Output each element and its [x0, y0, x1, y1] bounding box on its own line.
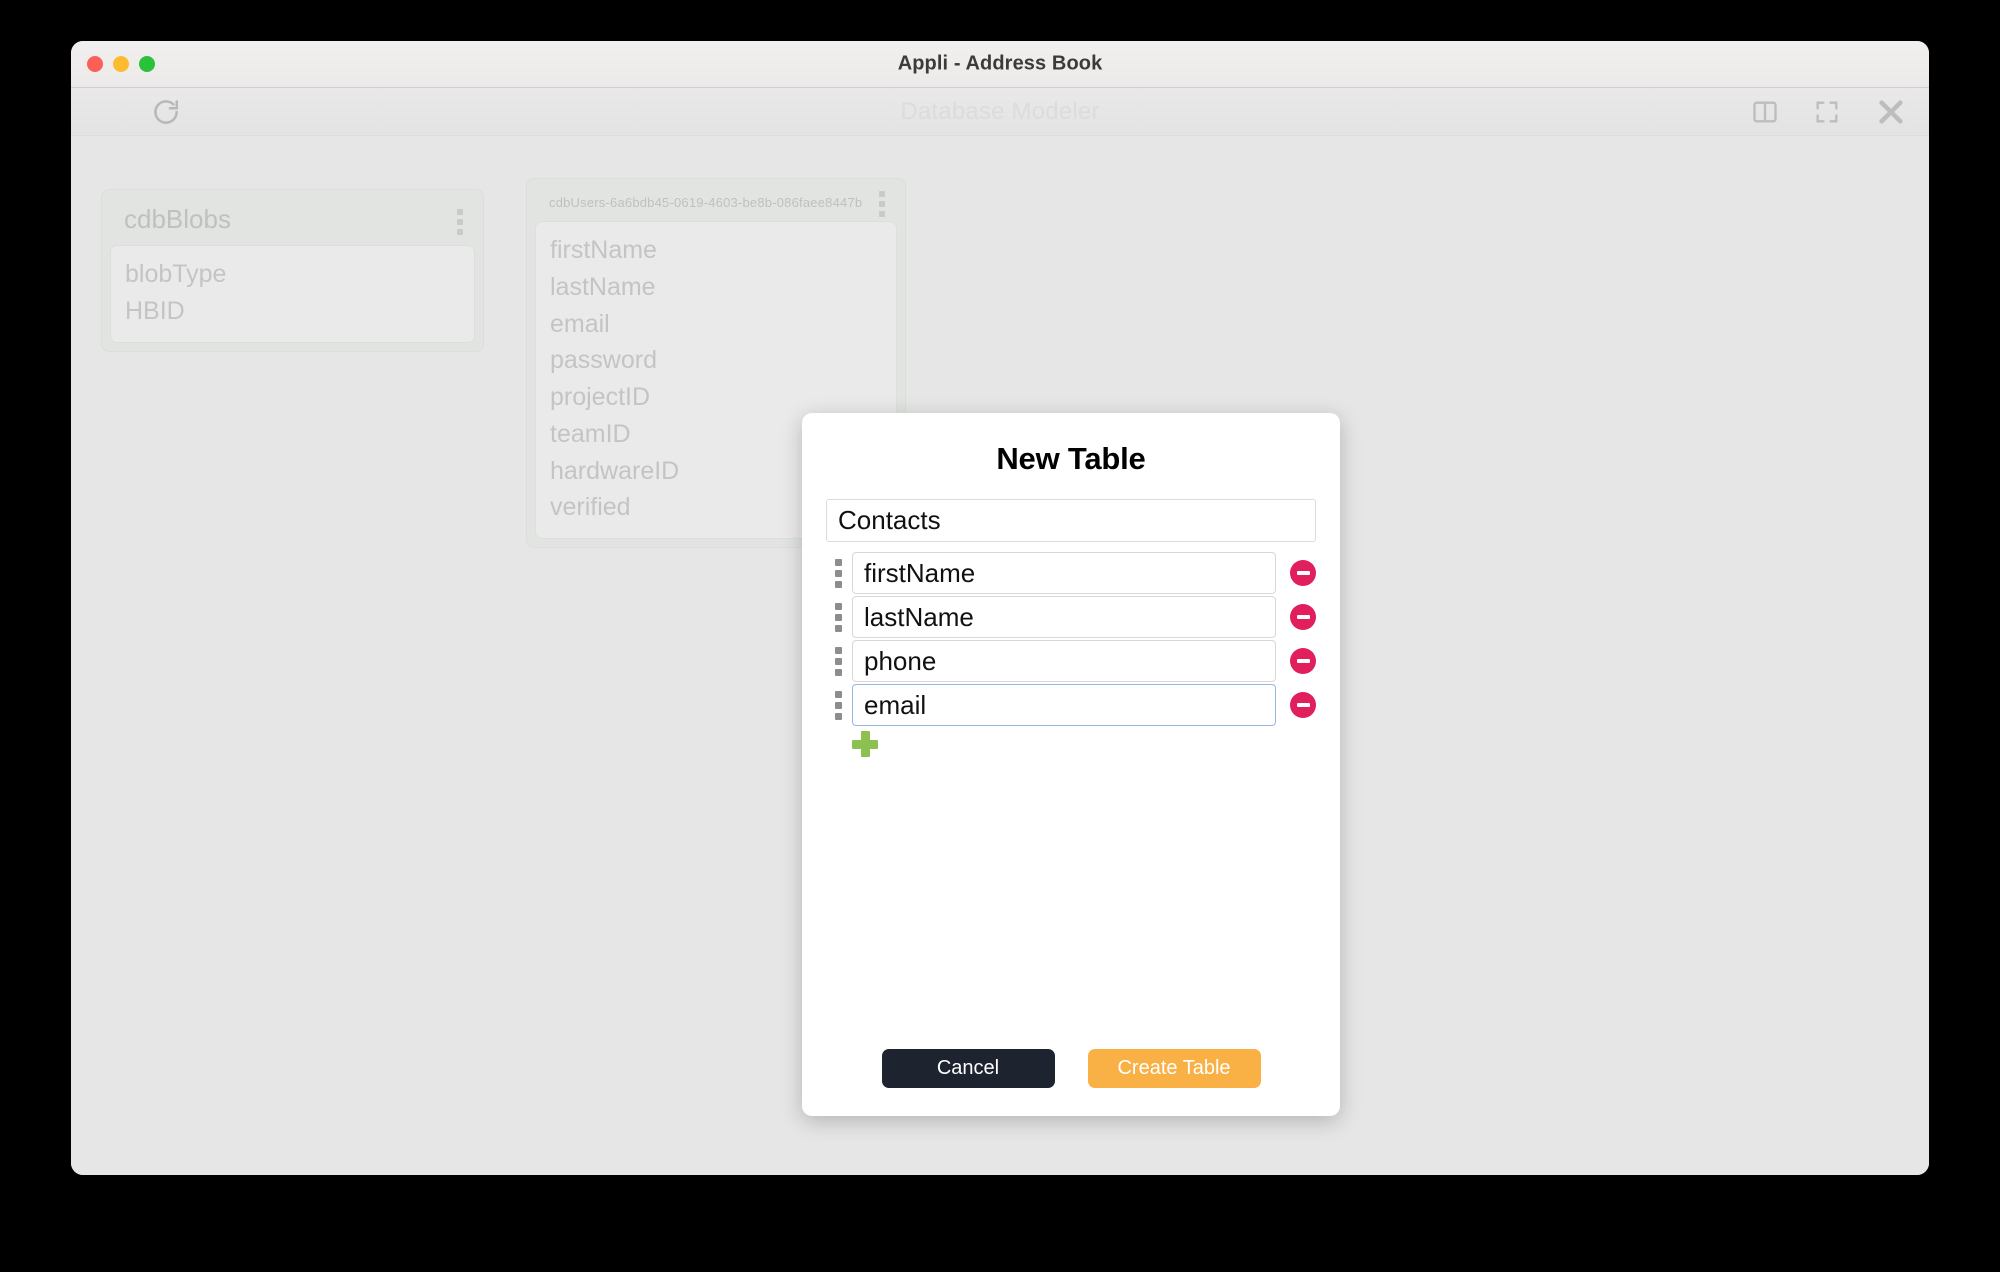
field-name-input[interactable] [852, 640, 1276, 682]
minus-circle-icon[interactable] [1290, 604, 1316, 630]
field-name-input[interactable] [852, 552, 1276, 594]
table-field: blobType [125, 260, 227, 288]
app-toolbar: Database Modeler [71, 88, 1929, 136]
table-name-input[interactable] [826, 499, 1316, 542]
table-card-cdbblobs[interactable]: cdbBlobs blobType HBID [101, 189, 484, 352]
create-table-button[interactable]: Create Table [1087, 1049, 1261, 1088]
modeler-canvas: cdbBlobs blobType HBID cdbUsers-6a6bdb45… [71, 136, 1929, 1175]
new-table-dialog: New Table Contacts firstName lastName ph… [802, 413, 1340, 1116]
table-card-header: cdbBlobs [110, 198, 475, 245]
field-rows-list [826, 551, 1316, 762]
window-title: Appli - Address Book [897, 52, 1103, 75]
field-name-input[interactable] [852, 684, 1276, 726]
modeler-title: Database Modeler [900, 98, 1100, 126]
drag-handle-icon[interactable] [826, 690, 850, 720]
drag-handle-icon[interactable] [826, 558, 850, 588]
split-view-icon[interactable] [1751, 98, 1779, 126]
field-row [826, 595, 1316, 639]
field-row [826, 639, 1316, 683]
kebab-menu-icon[interactable] [879, 191, 885, 217]
kebab-menu-icon[interactable] [457, 208, 463, 235]
cancel-button[interactable]: Cancel [881, 1049, 1055, 1088]
table-field: firstName [550, 236, 657, 264]
table-field: projectID [550, 383, 651, 411]
plus-icon[interactable] [852, 731, 878, 757]
minus-circle-icon[interactable] [1290, 648, 1316, 674]
toolbar-right-actions [1751, 96, 1907, 128]
close-icon[interactable] [1875, 96, 1907, 128]
table-card-header: cdbUsers-6a6bdb45-0619-4603-be8b-086faee… [535, 187, 897, 221]
dialog-title: New Table [996, 441, 1146, 476]
table-field: lastName [550, 272, 656, 301]
minus-circle-icon[interactable] [1290, 560, 1316, 586]
fullscreen-icon[interactable] [1813, 98, 1841, 126]
table-card-title: cdbUsers-6a6bdb45-0619-4603-be8b-086faee… [549, 194, 863, 210]
table-card-field-list: blobType HBID [110, 245, 475, 343]
minus-circle-icon[interactable] [1290, 692, 1316, 718]
window-titlebar: Appli - Address Book [71, 41, 1929, 88]
field-row [826, 551, 1316, 595]
table-field: email [550, 309, 610, 338]
app-window: Appli - Address Book Database Modeler cd… [71, 41, 1929, 1175]
field-row [826, 683, 1316, 727]
dialog-footer: Cancel Create Table [826, 1049, 1316, 1088]
drag-handle-icon[interactable] [826, 602, 850, 632]
table-card-title: cdbBlobs [124, 204, 231, 234]
drag-handle-icon[interactable] [826, 646, 850, 676]
table-field: password [550, 346, 657, 375]
table-field: HBID [125, 296, 185, 325]
field-name-input[interactable] [852, 596, 1276, 638]
